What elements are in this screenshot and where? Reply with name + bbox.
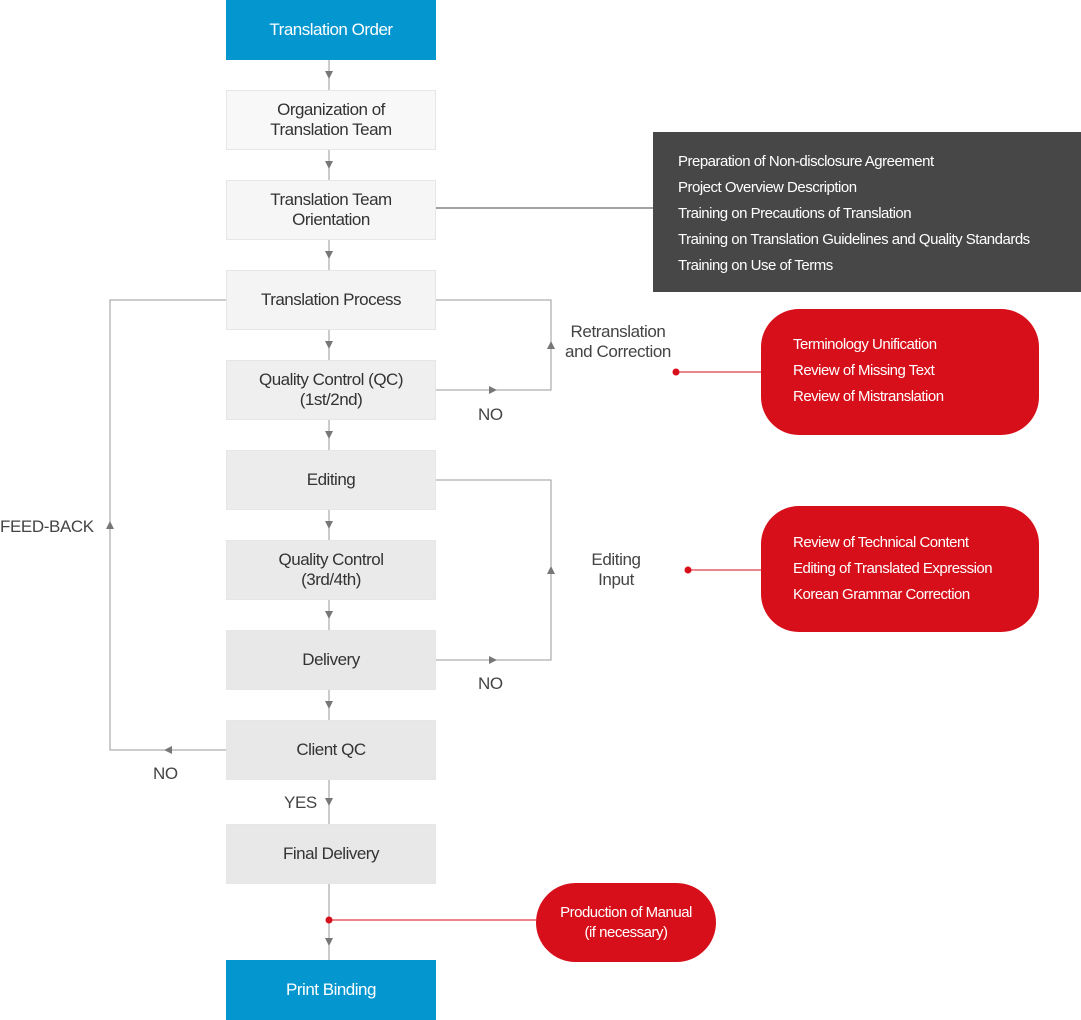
note: Project Overview Description [678, 179, 857, 196]
step-label: Quality Control (3rd/4th) [278, 550, 384, 589]
arrow-down-icon [325, 798, 333, 806]
note: Training on Translation Guidelines and Q… [678, 231, 1030, 248]
connector-line [436, 479, 552, 661]
no-label: NO [478, 674, 503, 693]
note: Editing of Translated Expression [793, 560, 993, 577]
note: Terminology Unification [793, 336, 937, 353]
step-label: Client QC [296, 740, 366, 759]
step-box: Organization of Translation Team [226, 90, 436, 150]
step-label: Translation Process [260, 290, 402, 309]
step-box: Final Delivery [226, 824, 436, 884]
step-box: Translation Process [226, 270, 436, 330]
arrow-up-icon [547, 566, 555, 574]
step-label: Organization of Translation Team [270, 100, 392, 139]
arrow-down-icon [325, 251, 333, 259]
arrow-up-icon [106, 521, 114, 529]
step-label: Quality Control (QC) (1st/2nd) [259, 370, 403, 409]
step-box: Quality Control (3rd/4th) [226, 540, 436, 600]
no-label: NO [153, 764, 178, 783]
note: Preparation of Non-disclosure Agreement [678, 153, 934, 170]
note: Training on Precautions of Translation [678, 205, 912, 222]
arrow-down-icon [325, 701, 333, 709]
step-box: Print Binding [226, 960, 436, 1020]
connector-dot-icon [672, 368, 680, 376]
arrow-down-icon [325, 938, 333, 946]
arrow-left-icon [164, 746, 172, 754]
step-box: Delivery [226, 630, 436, 690]
connector-dot-icon [325, 916, 333, 924]
arrow-down-icon [325, 341, 333, 349]
connector-line [109, 299, 226, 751]
step-box: Translation Team Orientation [226, 180, 436, 240]
connector-line [436, 299, 552, 391]
arrow-down-icon [325, 161, 333, 169]
qc-notes-box: Terminology Unification Review of Missin… [761, 309, 1039, 435]
note: Korean Grammar Correction [793, 586, 970, 603]
orientation-notes-box: Preparation of Non-disclosure Agreement … [653, 132, 1081, 292]
connector-dot-icon [684, 566, 692, 574]
step-box: Translation Order [226, 0, 436, 60]
no-label: NO [478, 405, 503, 424]
manual-note-box: Production of Manual (if necessary) [536, 883, 716, 962]
retranslation-label: Retranslation and Correction [565, 322, 671, 361]
step-box: Editing [226, 450, 436, 510]
step-label: Delivery [302, 650, 360, 669]
step-label: Final Delivery [283, 844, 379, 863]
note: (if necessary) [584, 924, 668, 941]
editing-input-label: Editing Input [591, 550, 641, 589]
note: Production of Manual [560, 904, 692, 921]
arrow-down-icon [325, 611, 333, 619]
note: Review of Mistranslation [793, 388, 944, 405]
arrow-up-icon [547, 341, 555, 349]
arrow-down-icon [325, 431, 333, 439]
note: Training on Use of Terms [678, 257, 833, 274]
step-label: Print Binding [286, 980, 376, 999]
translation-process-diagram: Translation Order Organization of Transla… [0, 0, 1081, 1020]
arrow-down-icon [325, 71, 333, 79]
step-label: Translation Team Orientation [270, 190, 392, 229]
editing-notes-box: Review of Technical Content Editing of T… [761, 506, 1039, 632]
feedback-label: FEED-BACK [0, 517, 94, 536]
step-box: Quality Control (QC) (1st/2nd) [226, 360, 436, 420]
arrow-right-icon [489, 386, 497, 394]
step-label: Translation Order [269, 20, 393, 39]
arrow-right-icon [489, 656, 497, 664]
step-label: Editing [306, 470, 356, 489]
arrow-down-icon [325, 521, 333, 529]
note: Review of Technical Content [793, 534, 969, 551]
step-box: Client QC [226, 720, 436, 780]
note: Review of Missing Text [793, 362, 935, 379]
yes-label: YES [284, 793, 317, 812]
